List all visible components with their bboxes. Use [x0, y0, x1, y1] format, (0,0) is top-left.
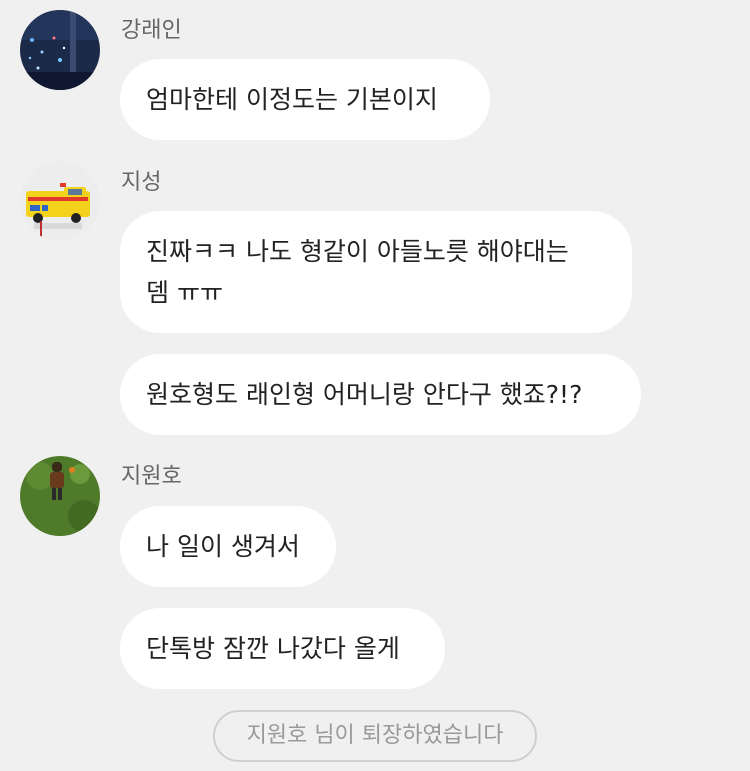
sender-name: 지성 — [121, 170, 162, 195]
night-city-photo-avatar-icon — [20, 10, 100, 90]
message-bubble[interactable]: 나 일이 생겨서 — [120, 506, 336, 587]
system-notice: 지원호 님이 퇴장하였습니다 — [213, 710, 537, 762]
sender-name: 강래인 — [121, 18, 182, 43]
ambulance-toy-avatar-icon — [20, 161, 100, 241]
avatar[interactable] — [20, 10, 100, 90]
message-bubble[interactable]: 진짜ㅋㅋ 나도 형같이 아들노릇 해야대는 뎀 ㅠㅠ — [120, 211, 632, 333]
message-bubble[interactable]: 단톡방 잠깐 나갔다 올게 — [120, 608, 445, 689]
sender-name: 지원호 — [121, 464, 182, 489]
avatar[interactable] — [20, 456, 100, 536]
message-bubble[interactable]: 엄마한테 이정도는 기본이지 — [120, 59, 490, 140]
avatar[interactable] — [20, 161, 100, 241]
message-bubble[interactable]: 원호형도 래인형 어머니랑 안다구 했죠?!? — [120, 354, 641, 435]
grass-figure-photo-avatar-icon — [20, 456, 100, 536]
